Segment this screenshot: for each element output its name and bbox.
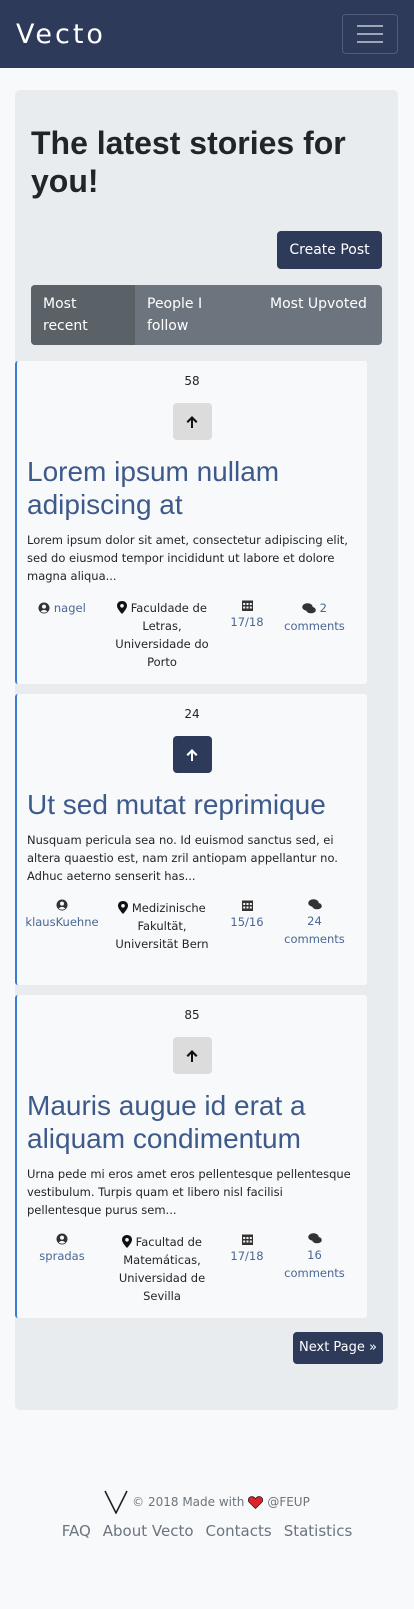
post-comments-link[interactable]: 24 comments	[277, 899, 352, 953]
map-marker-icon	[122, 1235, 133, 1248]
footer-link-contacts[interactable]: Contacts	[206, 1522, 272, 1540]
calendar-icon	[241, 600, 253, 611]
footer-links: FAQ About Vecto Contacts Statistics	[0, 1522, 414, 1540]
pagination: Next Page »	[293, 1332, 383, 1364]
comments-icon	[307, 899, 322, 910]
copyright-text: © 2018 Made with	[132, 1495, 245, 1509]
arrow-up-icon	[186, 415, 198, 428]
post-date: 17/18	[217, 599, 277, 671]
post-title[interactable]: Lorem ipsum nullam adipiscing at	[27, 455, 357, 521]
next-page-button[interactable]: Next Page »	[293, 1332, 383, 1364]
footer-credits: © 2018 Made with @FEUP	[0, 1490, 414, 1514]
tab-most-upvoted[interactable]: Most Upvoted	[258, 285, 382, 345]
comments-icon	[307, 1233, 322, 1244]
post-location: Facultad de Matemáticas, Universidad de …	[118, 1235, 206, 1303]
post-author[interactable]: klausKuehne	[17, 899, 107, 953]
post-comments-link[interactable]: 2 comments	[277, 599, 352, 671]
post-card[interactable]: 58 Lorem ipsum nullam adipiscing at Lore…	[15, 361, 367, 684]
post-author[interactable]: nagel	[17, 599, 107, 671]
calendar-icon	[241, 900, 253, 911]
org-text: @FEUP	[267, 1495, 310, 1509]
upvote-button[interactable]	[172, 403, 212, 440]
post-card[interactable]: 24 Ut sed mutat reprimique Nusquam peric…	[15, 694, 367, 985]
map-marker-icon	[118, 901, 129, 914]
user-circle-icon	[56, 899, 68, 911]
user-circle-icon	[56, 1233, 68, 1245]
upvote-button[interactable]	[172, 736, 212, 773]
user-circle-icon	[38, 602, 50, 614]
footer-link-statistics[interactable]: Statistics	[284, 1522, 353, 1540]
tab-most-recent[interactable]: Most recent	[31, 285, 135, 345]
post-excerpt: Lorem ipsum dolor sit amet, consectetur …	[27, 533, 348, 583]
hamburger-icon	[357, 25, 383, 27]
heart-icon	[248, 1495, 264, 1509]
upvote-button[interactable]	[172, 1037, 212, 1074]
page-title: The latest stories for you!	[31, 125, 346, 199]
post-comments-link[interactable]: 16 comments	[277, 1233, 352, 1305]
post-meta: klausKuehne Medizinische Fakultät, Unive…	[17, 899, 367, 963]
post-excerpt: Urna pede mi eros amet eros pellentesque…	[27, 1167, 351, 1217]
arrow-up-icon	[186, 1049, 198, 1062]
vote-count: 24	[184, 707, 200, 721]
post-title[interactable]: Mauris augue id erat a aliquam condiment…	[27, 1089, 357, 1155]
create-post-button[interactable]: Create Post	[277, 231, 382, 269]
post-location: Faculdade de Letras, Universidade do Por…	[115, 601, 209, 669]
footer: © 2018 Made with @FEUP FAQ About Vecto C…	[0, 1490, 414, 1540]
post-author[interactable]: spradas	[17, 1233, 107, 1305]
map-marker-icon	[117, 601, 128, 614]
vote-count: 85	[184, 1008, 200, 1022]
footer-link-faq[interactable]: FAQ	[62, 1522, 91, 1540]
brand-logo[interactable]: Vecto	[16, 19, 106, 50]
post-location: Medizinische Fakultät, Universität Bern	[115, 901, 209, 951]
post-date: 15/16	[217, 899, 277, 953]
comments-icon	[302, 603, 316, 614]
menu-toggle-button[interactable]	[342, 14, 398, 54]
vecto-v-logo-icon	[104, 1490, 128, 1514]
post-date: 17/18	[217, 1233, 277, 1305]
post-title[interactable]: Ut sed mutat reprimique	[27, 788, 357, 821]
post-meta: nagel Faculdade de Letras, Universidade …	[17, 599, 367, 681]
footer-link-about[interactable]: About Vecto	[103, 1522, 194, 1540]
tab-people-i-follow[interactable]: People I follow	[135, 285, 258, 345]
vote-count: 58	[184, 374, 200, 388]
calendar-icon	[241, 1234, 253, 1245]
feed-tabs: Most recent People I follow Most Upvoted	[31, 285, 382, 345]
arrow-up-icon	[186, 748, 198, 761]
post-meta: spradas Facultad de Matemáticas, Univers…	[17, 1233, 367, 1315]
post-card[interactable]: 85 Mauris augue id erat a aliquam condim…	[15, 995, 367, 1318]
post-excerpt: Nusquam pericula sea no. Id euismod sanc…	[27, 833, 338, 883]
navbar: Vecto	[0, 0, 414, 68]
